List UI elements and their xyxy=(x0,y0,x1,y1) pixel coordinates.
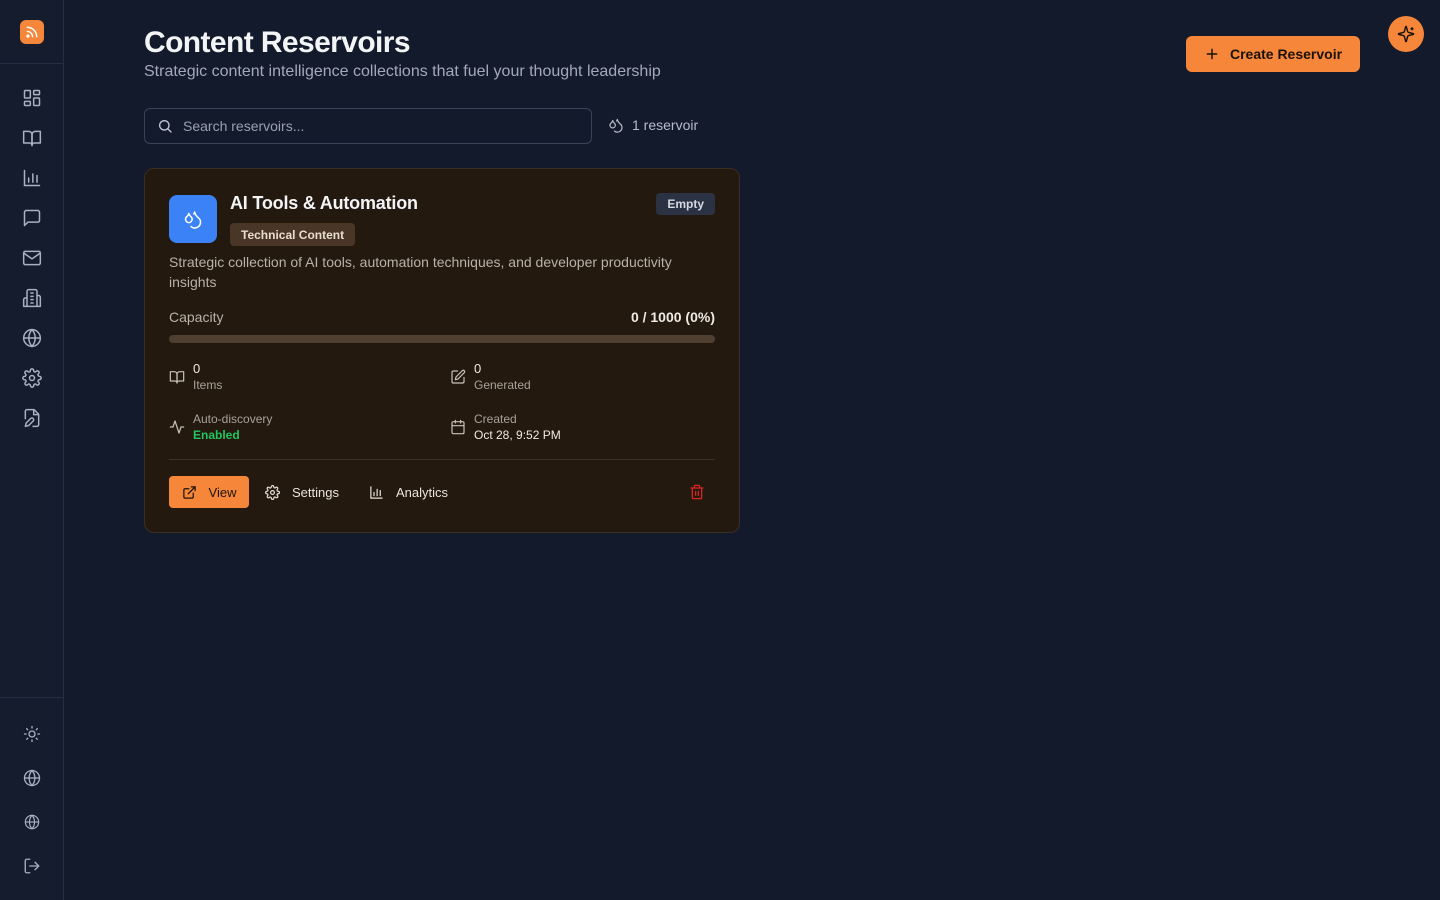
items-label: Items xyxy=(193,378,223,392)
create-reservoir-button[interactable]: Create Reservoir xyxy=(1186,36,1360,72)
globe-icon xyxy=(23,769,41,787)
page-title: Content Reservoirs xyxy=(144,26,411,59)
reservoir-count: 1 reservoir xyxy=(608,117,698,133)
edit-icon xyxy=(451,369,466,384)
sidebar-item-messages[interactable] xyxy=(0,198,64,238)
items-value: 0 xyxy=(193,361,201,376)
settings-icon xyxy=(22,368,42,388)
bar-chart-icon xyxy=(370,485,383,499)
plus-icon xyxy=(1206,48,1218,60)
category-badge: Technical Content xyxy=(230,223,356,246)
settings-label: Settings xyxy=(292,484,339,500)
settings-icon xyxy=(265,484,280,500)
analytics-button[interactable]: Analytics xyxy=(369,476,448,508)
activity-icon xyxy=(169,420,185,434)
sidebar-item-settings[interactable] xyxy=(0,358,64,398)
message-square-icon xyxy=(23,209,41,227)
capacity-label: Capacity xyxy=(169,309,224,325)
capacity-progress-bar xyxy=(169,335,715,343)
created-label: Created xyxy=(474,412,517,426)
building-icon xyxy=(22,288,42,308)
autodiscovery-value: Enabled xyxy=(193,428,240,442)
created-value: Oct 28, 9:52 PM xyxy=(474,428,561,442)
sidebar xyxy=(0,0,64,900)
logo-area xyxy=(0,0,63,64)
sidebar-item-analytics[interactable] xyxy=(0,158,64,198)
mail-icon xyxy=(22,250,42,266)
create-reservoir-label: Create Reservoir xyxy=(1229,46,1343,62)
region-selector[interactable] xyxy=(0,800,64,844)
file-edit-icon xyxy=(24,408,40,428)
sidebar-item-dashboard[interactable] xyxy=(0,78,64,118)
droplets-icon xyxy=(184,211,202,229)
delete-icon[interactable] xyxy=(689,484,705,500)
created-stat: Created Oct 28, 9:52 PM xyxy=(450,411,561,443)
status-badge: Empty xyxy=(656,193,715,215)
view-button[interactable]: View xyxy=(169,476,249,508)
reservoir-icon xyxy=(169,195,217,243)
generated-value: 0 xyxy=(474,361,482,376)
autodiscovery-label: Auto-discovery xyxy=(193,412,273,426)
search-input[interactable] xyxy=(183,118,563,134)
book-open-icon xyxy=(22,130,42,147)
droplets-icon xyxy=(609,118,623,133)
external-link-icon xyxy=(182,485,196,499)
logout-icon xyxy=(24,858,40,874)
globe-icon xyxy=(24,814,40,830)
bar-chart-icon xyxy=(23,169,41,187)
sun-icon xyxy=(23,725,41,743)
generated-label: Generated xyxy=(474,378,531,392)
app-logo[interactable] xyxy=(19,19,44,44)
globe-icon xyxy=(22,328,42,348)
calendar-icon xyxy=(451,419,465,435)
reservoir-count-label: 1 reservoir xyxy=(632,117,699,133)
sidebar-item-organizations[interactable] xyxy=(0,278,64,318)
sidebar-nav xyxy=(0,64,63,438)
items-stat: 0 Items xyxy=(169,361,222,393)
page-subtitle: Strategic content intelligence collectio… xyxy=(144,63,661,80)
search-icon xyxy=(159,120,172,133)
sidebar-item-editor[interactable] xyxy=(0,398,64,438)
dashboard-icon xyxy=(23,89,41,107)
reservoir-card: AI Tools & Automation Technical Content … xyxy=(144,168,740,533)
sidebar-item-web[interactable] xyxy=(0,318,64,358)
capacity-value: 0 / 1000 (0%) xyxy=(630,309,715,325)
ai-assistant-button[interactable] xyxy=(1388,16,1424,52)
settings-button[interactable]: Settings xyxy=(265,476,339,508)
logout-button[interactable] xyxy=(0,844,64,888)
generated-stat: 0 Generated xyxy=(450,361,531,393)
reservoir-title: AI Tools & Automation xyxy=(230,193,418,213)
sparkles-icon xyxy=(1397,25,1415,43)
book-open-icon xyxy=(169,371,185,384)
analytics-label: Analytics xyxy=(396,484,449,500)
view-label: View xyxy=(208,484,237,500)
card-divider xyxy=(169,459,715,460)
search-box xyxy=(144,108,592,144)
autodiscovery-stat: Auto-discovery Enabled xyxy=(169,411,272,443)
sidebar-item-mail[interactable] xyxy=(0,238,64,278)
sidebar-bottom xyxy=(0,697,64,900)
theme-toggle[interactable] xyxy=(0,712,64,756)
language-selector[interactable] xyxy=(0,756,64,800)
sidebar-item-library[interactable] xyxy=(0,118,64,158)
reservoir-description: Strategic collection of AI tools, automa… xyxy=(169,254,672,290)
